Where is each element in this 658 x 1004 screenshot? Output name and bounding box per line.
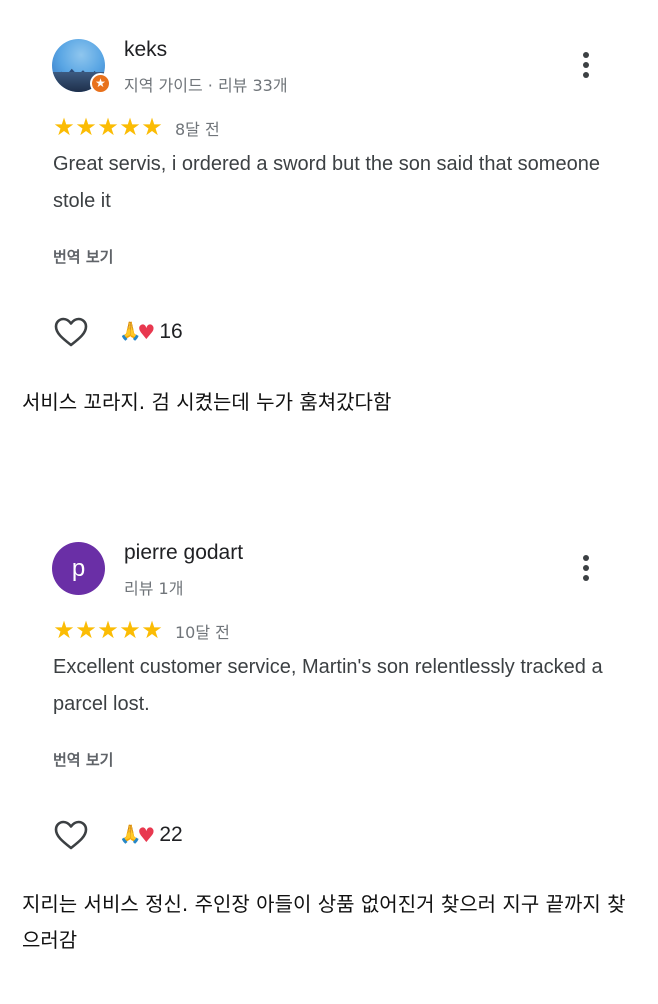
review-time: 8달 전 [175,120,220,139]
star-icon: ★ [141,113,163,141]
red-heart-icon: ♥ [137,320,156,344]
reaction-summary[interactable]: 🙏 ♥ 22 [119,822,183,848]
red-heart-icon: ♥ [137,823,156,847]
reviewer-meta: 지역 가이드 · 리뷰 33개 [124,76,288,95]
avatar[interactable]: p [52,542,105,595]
caption: 지리는 서비스 정신. 주인장 아들이 상품 없어진거 찾으러 지구 끝까지 찾… [22,892,626,952]
star-icon: ★ [53,113,75,141]
more-options-icon[interactable] [574,555,598,581]
review-time: 10달 전 [175,623,230,642]
star-icon: ★ [119,113,141,141]
review-card: p pierre godart 리뷰 1개 ★ ★ ★ ★ ★ 10달 전 Ex… [0,503,658,873]
avatar-letter: p [52,542,105,595]
heart-outline-icon[interactable] [53,316,89,348]
review-text: Excellent customer service, Martin's son… [53,656,603,715]
star-icon: ★ [97,616,119,644]
star-rating: ★ ★ ★ ★ ★ [53,113,163,141]
star-icon: ★ [119,616,141,644]
star-icon: ★ [97,113,119,141]
review-card: ★ keks 지역 가이드 · 리뷰 33개 ★ ★ ★ ★ ★ 8달 전 Gr… [0,0,658,372]
caption: 서비스 꼬라지. 검 시켰는데 누가 훔쳐갔다함 [22,390,392,414]
review-text: Great servis, i ordered a sword but the … [53,153,600,212]
reaction-count: 16 [159,320,183,343]
reaction-summary[interactable]: 🙏 ♥ 16 [119,319,183,345]
heart-outline-icon[interactable] [53,819,89,851]
reviewer-name[interactable]: keks [124,38,167,62]
translate-link[interactable]: 번역 보기 [53,246,113,267]
local-guide-star-icon: ★ [90,73,111,94]
star-icon: ★ [141,616,163,644]
star-rating: ★ ★ ★ ★ ★ [53,616,163,644]
star-icon: ★ [75,113,97,141]
more-options-icon[interactable] [574,52,598,78]
reviewer-name[interactable]: pierre godart [124,541,243,565]
translate-link[interactable]: 번역 보기 [53,749,113,770]
reaction-count: 22 [159,823,183,846]
avatar[interactable]: ★ [52,39,111,94]
star-icon: ★ [53,616,75,644]
star-icon: ★ [75,616,97,644]
reviewer-meta: 리뷰 1개 [124,579,184,598]
